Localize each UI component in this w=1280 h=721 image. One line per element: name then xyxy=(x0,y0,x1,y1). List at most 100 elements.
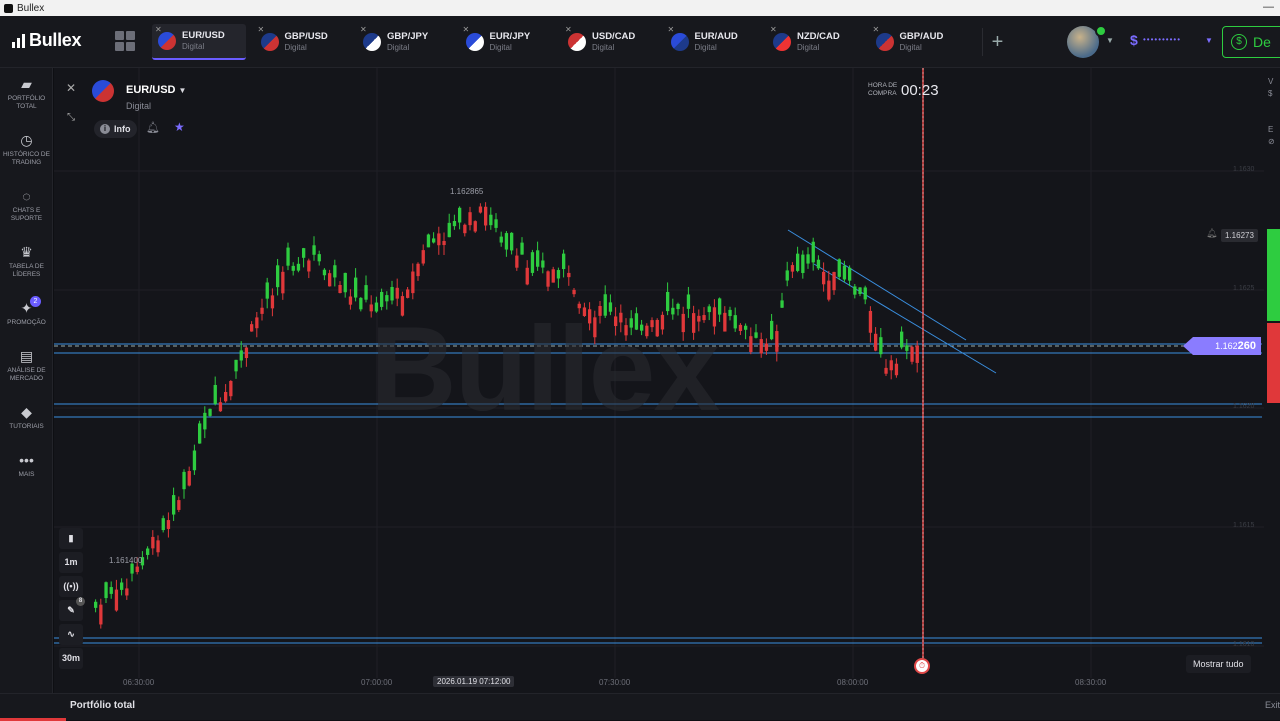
tab-gbp-usd[interactable]: ✕ GBP/USD Digital xyxy=(255,24,349,60)
exit-button[interactable]: Exit xyxy=(1265,700,1280,710)
sidebar-item-label: Análise de mercado xyxy=(7,367,46,382)
deposit-button[interactable]: $ De xyxy=(1222,26,1280,58)
tab-eur-aud[interactable]: ✕ EUR/AUD Digital xyxy=(665,24,759,60)
minimize-button[interactable]: — xyxy=(1263,1,1274,13)
history-icon: ◷ xyxy=(20,132,33,148)
trophy-icon: ♛ xyxy=(20,244,33,260)
info-button[interactable]: i Info xyxy=(94,120,137,138)
bell-icon[interactable]: 🔔︎ xyxy=(146,121,160,134)
tab-close-icon[interactable]: ✕ xyxy=(770,25,777,34)
indicators-icon[interactable]: ∿ xyxy=(59,624,83,645)
price-alert-value[interactable]: 1.16273 xyxy=(1221,229,1258,242)
tab-gbp-jpy[interactable]: ✕ GBP/JPY Digital xyxy=(357,24,451,60)
sidebar-item-label: Mais xyxy=(18,471,35,478)
us-ca-flag-icon xyxy=(568,33,586,51)
tab-kind-label: Digital xyxy=(489,43,512,52)
higher-button[interactable] xyxy=(1267,229,1280,321)
brand-logo[interactable]: Bullex xyxy=(12,30,82,51)
timeframe-1m-button[interactable]: 1m xyxy=(59,552,83,573)
candle-body xyxy=(125,588,129,596)
price-alert-bell-icon[interactable]: 🔔︎ xyxy=(1206,228,1217,239)
balance-chevron-icon[interactable]: ▼ xyxy=(1205,36,1213,45)
candle-body xyxy=(354,277,358,298)
signal-icon[interactable]: ((•)) xyxy=(59,576,83,597)
logo-text: Bullex xyxy=(29,30,82,50)
tab-nzd-cad[interactable]: ✕ NZD/CAD Digital xyxy=(767,24,861,60)
x-axis-label: 07:00:00 xyxy=(361,678,393,687)
tab-usd-cad[interactable]: ✕ USD/CAD Digital xyxy=(562,24,656,60)
apps-grid-button[interactable] xyxy=(112,28,138,54)
sidebar-item-7[interactable]: ◆ Tutoriais xyxy=(0,404,53,431)
deposit-label: De xyxy=(1253,34,1271,50)
candle-body xyxy=(322,269,327,276)
candle-body xyxy=(536,250,540,267)
candle-body xyxy=(161,518,165,531)
tab-close-icon[interactable]: ✕ xyxy=(565,25,572,34)
candle-body xyxy=(572,289,576,295)
expiry-timer-icon[interactable]: ⏱︎ xyxy=(914,658,930,674)
sidebar-item-2[interactable]: ◷ Histórico de trading xyxy=(0,132,53,167)
show-all-button[interactable]: Mostrar tudo xyxy=(1186,655,1251,673)
x-axis-label: 07:30:00 xyxy=(599,678,631,687)
sidebar-item-label: Portfólio total xyxy=(7,95,46,110)
candle-body xyxy=(780,300,784,308)
candle-body xyxy=(837,259,841,277)
sidebar-item-4[interactable]: ♛ Tabela de líderes xyxy=(0,244,53,279)
candle-body xyxy=(265,282,269,299)
sidebar-item-6[interactable]: ▤ Análise de mercado xyxy=(0,348,53,383)
candle-body xyxy=(317,254,321,262)
candle-body xyxy=(146,548,150,555)
draw-pencil-icon[interactable]: ✎ 8 xyxy=(59,597,85,621)
candle-body xyxy=(364,285,368,300)
tab-kind-label: Digital xyxy=(797,43,820,52)
candle-body xyxy=(395,287,399,299)
candle-body xyxy=(827,280,831,300)
tab-gbp-aud[interactable]: ✕ GBP/AUD Digital xyxy=(870,24,964,60)
tab-eur-usd[interactable]: ✕ EUR/USD Digital xyxy=(152,24,246,60)
candle-body xyxy=(234,359,238,372)
window-titlebar: Bullex — xyxy=(0,0,1280,16)
candle-body xyxy=(520,242,524,255)
app-icon xyxy=(4,3,13,13)
candle-body xyxy=(390,286,394,301)
balance-hidden-value[interactable]: •••••••••• xyxy=(1143,35,1181,44)
collapse-icon[interactable]: ⤡ xyxy=(63,110,79,126)
candle-body xyxy=(260,307,264,314)
close-icon[interactable]: ✕ xyxy=(63,80,79,96)
asset-dropdown-icon[interactable]: ▼ xyxy=(179,86,187,95)
chevron-down-icon[interactable]: ▼ xyxy=(1106,36,1114,45)
candle-body xyxy=(723,312,727,332)
candle-body xyxy=(442,240,446,246)
balance-currency[interactable]: $ xyxy=(1130,32,1138,48)
candle-body xyxy=(790,265,795,272)
sidebar-item-3[interactable]: ◌ Chats e suporte xyxy=(0,188,53,223)
tab-close-icon[interactable]: ✕ xyxy=(463,25,470,34)
right-panel-edge: V $ E ⊘ xyxy=(1268,77,1275,146)
candle-body xyxy=(770,320,774,340)
candle-body xyxy=(894,363,899,376)
add-tab-button[interactable]: + xyxy=(982,28,1012,56)
tab-eur-jpy[interactable]: ✕ EUR/JPY Digital xyxy=(460,24,554,60)
tab-close-icon[interactable]: ✕ xyxy=(155,25,162,34)
y-axis-label: 1.1615 xyxy=(1233,522,1255,529)
candle-body xyxy=(343,272,347,293)
sidebar-item-5[interactable]: ✦ 2 Promoção xyxy=(0,296,53,327)
sidebar-item-8[interactable]: ••• Mais xyxy=(0,452,53,479)
asset-name: EUR/USD xyxy=(126,84,176,96)
candle-type-icon[interactable]: ▮ xyxy=(59,528,83,549)
asset-header[interactable]: EUR/USD ▼ Digital xyxy=(92,80,186,111)
tab-close-icon[interactable]: ✕ xyxy=(873,25,880,34)
tab-close-icon[interactable]: ✕ xyxy=(360,25,367,34)
candle-body xyxy=(738,324,743,332)
tab-close-icon[interactable]: ✕ xyxy=(258,25,265,34)
candle-body xyxy=(177,500,181,510)
star-icon[interactable]: ★ xyxy=(174,120,185,134)
portfolio-total-button[interactable]: Portfólio total xyxy=(70,700,135,711)
timeframe-30m-button[interactable]: 30m xyxy=(59,648,83,669)
gb-au-flag-icon xyxy=(875,33,894,51)
lower-button[interactable] xyxy=(1267,323,1280,403)
tab-close-icon[interactable]: ✕ xyxy=(668,25,675,34)
sidebar-item-1[interactable]: ▰ Portfólio total xyxy=(0,76,53,111)
candle-body xyxy=(822,271,826,285)
candle-body xyxy=(525,267,529,285)
